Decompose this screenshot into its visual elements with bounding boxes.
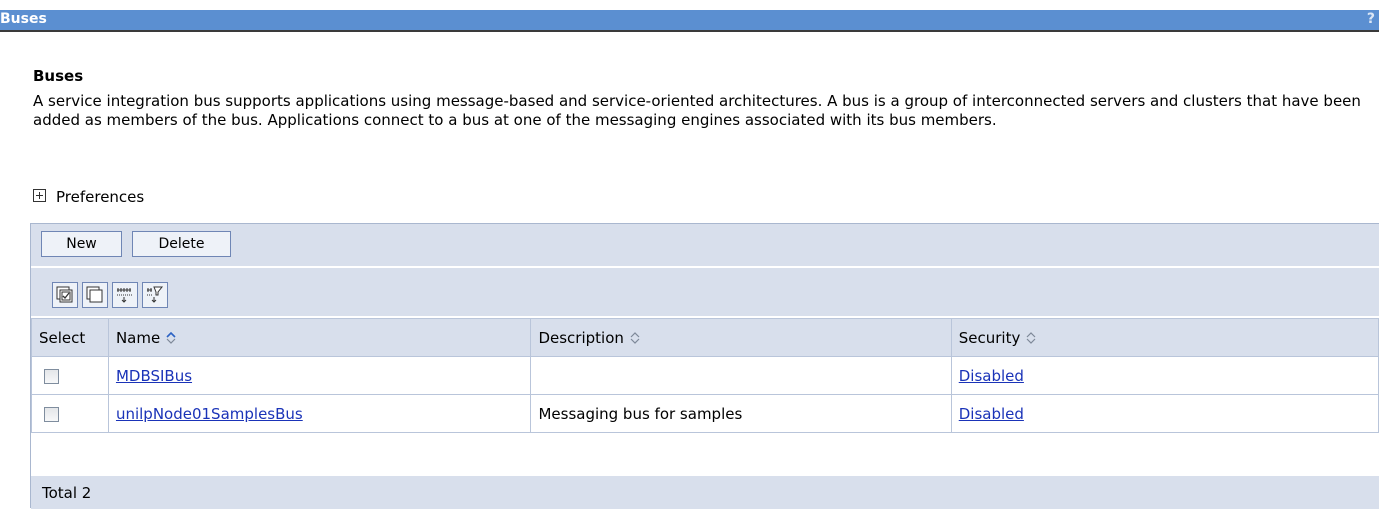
description-cell: Messaging bus for samples <box>530 394 952 433</box>
preferences-label: Preferences <box>56 188 145 206</box>
page-title: Buses <box>33 67 84 85</box>
bus-name-link[interactable]: unilpNode01SamplesBus <box>116 405 303 423</box>
preferences-toggle[interactable]: Preferences <box>33 188 144 206</box>
collection-panel: New Delete Select Name Description Secur… <box>30 223 1379 509</box>
bus-name-link[interactable]: MDBSIBus <box>116 367 192 385</box>
table-footer: Total 2 <box>31 474 1379 509</box>
row-checkbox[interactable] <box>44 368 59 384</box>
expand-plus-icon[interactable] <box>33 189 46 202</box>
table-row: MDBSIBus Disabled <box>31 356 1379 395</box>
column-security-label: Security <box>958 328 1021 347</box>
buses-table: Select Name Description Security MDBSIBu… <box>31 318 1379 433</box>
security-cell: Disabled <box>950 356 1379 395</box>
window-title: Buses <box>0 11 47 27</box>
name-cell: unilpNode01SamplesBus <box>107 394 532 433</box>
sort-ascending-icon[interactable] <box>166 331 176 345</box>
column-description-label: Description <box>538 328 624 347</box>
clear-filter-icon[interactable] <box>142 282 168 308</box>
button-bar: New Delete <box>31 224 1379 268</box>
table-header-row: Select Name Description Security <box>31 318 1379 357</box>
new-button[interactable]: New <box>41 231 122 257</box>
total-count: Total 2 <box>42 484 92 502</box>
description-cell <box>530 356 952 395</box>
security-link[interactable]: Disabled <box>959 405 1024 423</box>
column-name[interactable]: Name <box>107 318 532 357</box>
column-name-label: Name <box>115 328 161 347</box>
delete-button[interactable]: Delete <box>132 231 231 257</box>
help-icon[interactable]: ? <box>1367 11 1375 27</box>
page-description: A service integration bus supports appli… <box>33 92 1361 129</box>
select-all-icon[interactable] <box>52 282 78 308</box>
name-cell: MDBSIBus <box>107 356 532 395</box>
security-cell: Disabled <box>950 394 1379 433</box>
sort-icon[interactable] <box>1026 331 1036 345</box>
security-link[interactable]: Disabled <box>959 367 1024 385</box>
select-cell <box>31 356 109 395</box>
title-bar: Buses ? <box>0 10 1379 32</box>
row-checkbox[interactable] <box>44 406 59 422</box>
column-security[interactable]: Security <box>950 318 1379 357</box>
deselect-all-icon[interactable] <box>82 282 108 308</box>
table-row: unilpNode01SamplesBus Messaging bus for … <box>31 394 1379 433</box>
sort-icon[interactable] <box>630 331 640 345</box>
column-description[interactable]: Description <box>530 318 952 357</box>
select-cell <box>31 394 109 433</box>
icon-toolbar <box>31 268 1379 318</box>
column-select: Select <box>31 318 109 357</box>
show-filter-icon[interactable] <box>112 282 138 308</box>
